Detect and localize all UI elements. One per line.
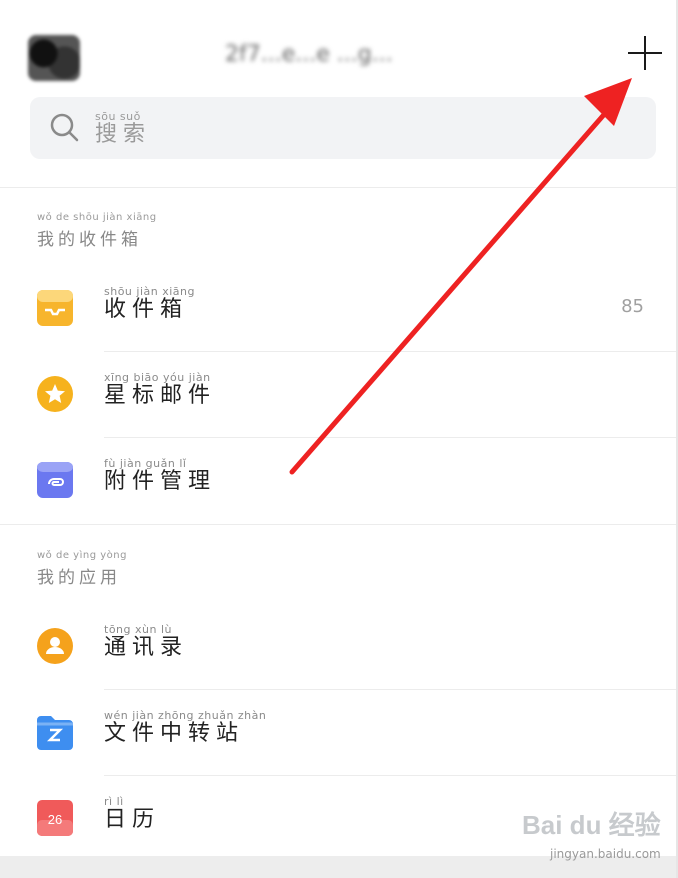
annotation-arrow	[289, 78, 632, 475]
watermark-text: Bai du 经验	[522, 810, 661, 840]
watermark-url: jingyan.baidu.com	[550, 847, 661, 861]
